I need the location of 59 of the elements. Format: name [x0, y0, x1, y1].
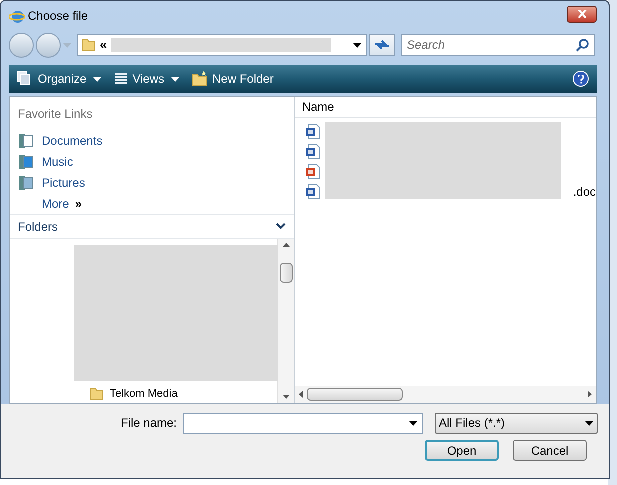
breadcrumb-overflow: «: [100, 36, 108, 54]
section-heading: Favorite Links: [18, 106, 94, 123]
question-mark-icon: [578, 74, 584, 84]
pictures-library-icon: [18, 174, 34, 191]
close-button[interactable]: [567, 6, 597, 22]
scroll-thumb[interactable]: [280, 263, 293, 283]
scroll-down-icon: [282, 395, 290, 399]
scroll-up-icon: [282, 243, 290, 247]
section-heading: Folders: [18, 218, 58, 236]
refresh-button[interactable]: [369, 34, 395, 56]
dialog-button[interactable]: Open: [425, 440, 499, 461]
favorite-link[interactable]: Music: [18, 152, 286, 172]
history-arrow-icon: [63, 42, 72, 48]
word-document-icon: [305, 144, 322, 160]
search-icon: [576, 39, 589, 52]
pdf-document-icon: [305, 164, 322, 180]
more-link[interactable]: More »: [18, 193, 286, 214]
file-name-field[interactable]: [183, 412, 423, 434]
documents-library-icon: [18, 133, 34, 150]
toolbar-button[interactable]: Views: [114, 70, 164, 88]
refresh-icon: [374, 39, 390, 51]
folders-header[interactable]: Folders: [10, 214, 294, 239]
scroll-left-icon: [299, 391, 304, 398]
word-document-icon: [305, 184, 322, 200]
file-name-label: File name:: [120, 415, 177, 432]
pages-icon: [17, 71, 33, 87]
forward-button[interactable]: [36, 32, 61, 58]
address-bar[interactable]: «: [77, 34, 367, 56]
views-icon: [114, 72, 128, 86]
search-field[interactable]: Search: [401, 34, 595, 56]
favorite-link[interactable]: Pictures: [18, 172, 286, 194]
chevron-down-icon[interactable]: [276, 223, 286, 230]
dropdown-arrow-icon: [353, 42, 362, 48]
scroll-thumb[interactable]: [307, 388, 404, 401]
globe-icon: [9, 8, 25, 24]
scroll-right-icon: [588, 391, 592, 398]
horizontal-scrollbar[interactable]: [295, 386, 596, 403]
folder-tree-item[interactable]: Telkom Media: [110, 388, 178, 400]
folder-icon: [90, 387, 104, 401]
dropdown-arrow-icon[interactable]: [92, 76, 102, 82]
file-type-dropdown[interactable]: All Files (*.*): [435, 412, 598, 434]
music-library-icon: [18, 154, 34, 170]
dropdown-arrow-icon: [585, 420, 594, 426]
dropdown-arrow-icon[interactable]: [170, 76, 180, 82]
word-document-icon: [305, 124, 322, 140]
vertical-scrollbar[interactable]: [277, 239, 294, 403]
new-folder-icon: [192, 71, 208, 87]
file-name-ending: .doc: [573, 184, 596, 201]
dialog-button[interactable]: Cancel: [513, 440, 587, 461]
dropdown-arrow-icon: [409, 420, 418, 426]
back-button[interactable]: [9, 32, 34, 58]
close-icon: [578, 10, 586, 18]
toolbar-button[interactable]: Organize: [17, 70, 87, 88]
help-button[interactable]: [573, 71, 589, 87]
favorite-link[interactable]: Documents: [18, 131, 286, 152]
column-header[interactable]: Name: [295, 97, 596, 118]
toolbar-button[interactable]: New Folder: [192, 70, 274, 88]
window-title: Choose file: [28, 8, 88, 25]
folder-icon: [82, 38, 96, 52]
